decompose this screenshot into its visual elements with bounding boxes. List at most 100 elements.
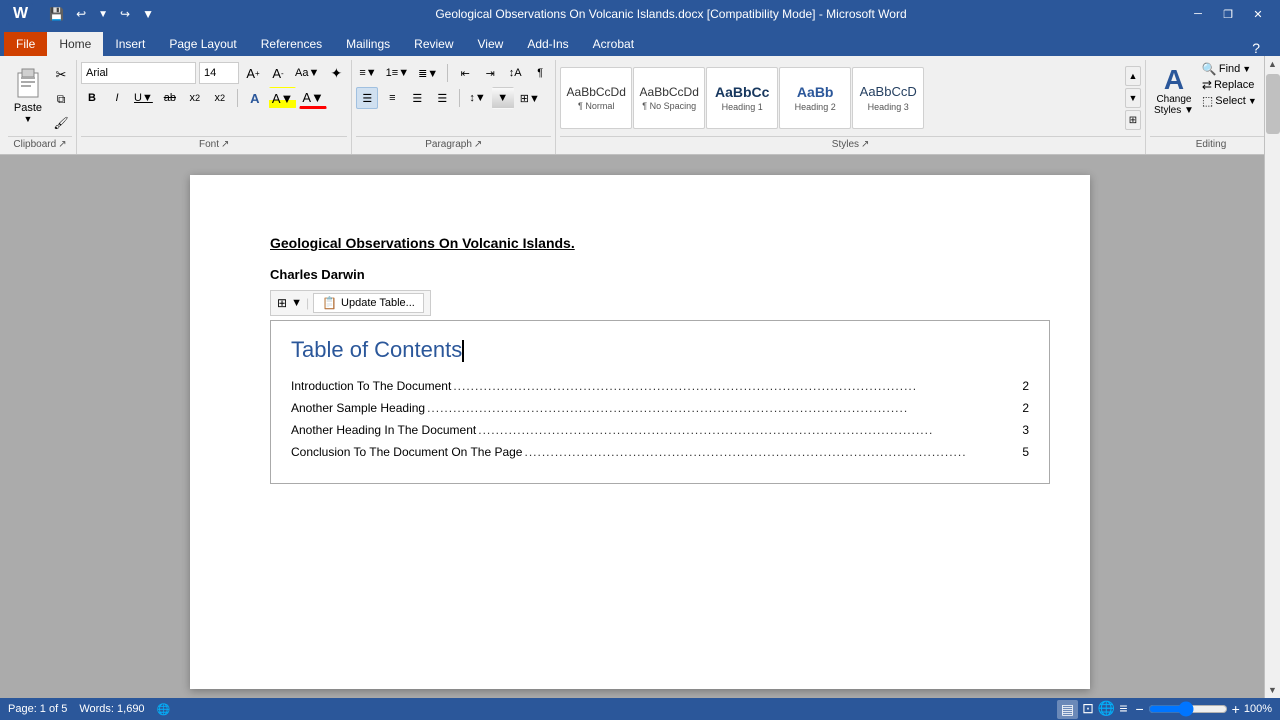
minimize-button[interactable]: ─: [1184, 0, 1212, 28]
clipboard-expand-icon[interactable]: ↗: [58, 139, 66, 150]
clear-format-button[interactable]: ✦: [325, 62, 347, 84]
tab-view[interactable]: View: [466, 32, 516, 56]
document-page[interactable]: Geological Observations On Volcanic Isla…: [190, 175, 1090, 689]
linespacing-button[interactable]: ↕▼: [466, 87, 488, 109]
strikethrough-button[interactable]: ab: [159, 87, 181, 109]
multilevel-button[interactable]: ≣▼: [415, 62, 441, 84]
para-expand-icon[interactable]: ↗: [474, 139, 482, 150]
style-heading2-preview: AaBb: [797, 84, 834, 101]
tab-review[interactable]: Review: [402, 32, 465, 56]
tab-pagelayout[interactable]: Page Layout: [157, 32, 248, 56]
decrease-indent-button[interactable]: ⇤: [454, 62, 476, 84]
toc-entry-1-text: Introduction To The Document: [291, 379, 451, 393]
find-button[interactable]: 🔍 Find ▼: [1202, 62, 1257, 76]
align-left-button[interactable]: ☰: [356, 87, 378, 109]
grow-font-button[interactable]: A+: [242, 62, 264, 84]
toc-entry-4-dots: ........................................…: [522, 445, 1018, 459]
tab-acrobat[interactable]: Acrobat: [581, 32, 646, 56]
zoom-in-button[interactable]: +: [1232, 701, 1240, 717]
select-arrow[interactable]: ▼: [1248, 96, 1257, 106]
underline-button[interactable]: U▼: [131, 87, 156, 109]
redo-quickbtn[interactable]: ↪: [116, 5, 134, 23]
style-normal[interactable]: AaBbCcDd ¶ Normal: [560, 67, 632, 129]
zoom-slider[interactable]: [1148, 704, 1228, 714]
toc-entry-1[interactable]: Introduction To The Document ...........…: [291, 379, 1029, 393]
undo-quickbtn[interactable]: ↩: [72, 5, 90, 23]
font-size-input[interactable]: [199, 62, 239, 84]
toc-entry-2[interactable]: Another Sample Heading .................…: [291, 401, 1029, 415]
style-nospacing[interactable]: AaBbCcDd ¶ No Spacing: [633, 67, 705, 129]
align-center-button[interactable]: ≡: [381, 87, 403, 109]
select-button[interactable]: ⬚ Select ▼: [1202, 94, 1257, 108]
change-styles-button[interactable]: A ChangeStyles ▼: [1150, 62, 1198, 120]
change-case-button[interactable]: Aa▼: [292, 62, 322, 84]
language-icon[interactable]: 🌐: [157, 703, 171, 716]
align-right-button[interactable]: ☰: [406, 87, 428, 109]
find-arrow[interactable]: ▼: [1242, 64, 1251, 74]
styles-scroll-up[interactable]: ▲: [1125, 66, 1141, 86]
tab-references[interactable]: References: [249, 32, 334, 56]
zoom-level[interactable]: 100%: [1244, 703, 1272, 715]
changestyles-content: A ChangeStyles ▼ 🔍 Find ▼ ⇄ Replace ⬚ Se…: [1150, 62, 1272, 134]
copy-button[interactable]: ⧉: [50, 88, 72, 110]
print-layout-btn[interactable]: ▤: [1057, 700, 1078, 719]
formatpainter-button[interactable]: 🖌: [50, 112, 72, 134]
full-screen-btn[interactable]: ⊡: [1082, 700, 1094, 719]
tab-mailings[interactable]: Mailings: [334, 32, 402, 56]
customize-quick[interactable]: ▼: [138, 5, 158, 23]
increase-indent-button[interactable]: ⇥: [479, 62, 501, 84]
replace-button[interactable]: ⇄ Replace: [1202, 78, 1257, 92]
tab-insert[interactable]: Insert: [103, 32, 157, 56]
font-expand-icon[interactable]: ↗: [221, 139, 229, 150]
restore-button[interactable]: ❐: [1214, 0, 1242, 28]
style-heading2[interactable]: AaBb Heading 2: [779, 67, 851, 129]
scroll-thumb[interactable]: [1266, 74, 1280, 134]
toc-entry-4[interactable]: Conclusion To The Document On The Page .…: [291, 445, 1029, 459]
toc-box[interactable]: Table of Contents Introduction To The Do…: [270, 320, 1050, 484]
styles-expand[interactable]: ⊞: [1125, 110, 1141, 130]
save-quickbtn[interactable]: 💾: [45, 5, 68, 23]
tab-file[interactable]: File: [4, 32, 47, 56]
word-icon: W: [8, 3, 33, 25]
bold-button[interactable]: B: [81, 87, 103, 109]
tab-home[interactable]: Home: [47, 32, 103, 56]
toc-entry-3[interactable]: Another Heading In The Document ........…: [291, 423, 1029, 437]
paste-arrow[interactable]: ▼: [24, 114, 33, 124]
scroll-down-button[interactable]: ▼: [1265, 682, 1280, 698]
superscript-button[interactable]: x2: [209, 87, 231, 109]
sort-button[interactable]: ↕A: [504, 62, 526, 84]
subscript-button[interactable]: x2: [184, 87, 206, 109]
cut-button[interactable]: ✂: [50, 64, 72, 86]
web-layout-btn[interactable]: 🌐: [1098, 700, 1115, 719]
text-effect-button[interactable]: A: [244, 87, 266, 109]
scroll-up-button[interactable]: ▲: [1265, 56, 1280, 72]
styles-scroll-down[interactable]: ▼: [1125, 88, 1141, 108]
tab-addins[interactable]: Add-Ins: [515, 32, 580, 56]
update-table-bar: ⊞ ▼ | 📋 Update Table...: [270, 290, 431, 316]
clipboard-content: Paste ▼ ✂ ⧉ 🖌: [8, 62, 72, 134]
shading-button[interactable]: ▼: [492, 87, 514, 109]
zoom-out-button[interactable]: −: [1135, 701, 1143, 717]
page-info: Page: 1 of 5: [8, 703, 67, 715]
help-button[interactable]: ?: [1252, 40, 1260, 56]
close-button[interactable]: ✕: [1244, 0, 1272, 28]
select-icon: ⬚: [1202, 94, 1213, 108]
numbering-button[interactable]: 1≡▼: [383, 62, 412, 84]
update-table-dropdown[interactable]: ▼: [291, 297, 302, 309]
style-heading1[interactable]: AaBbCc Heading 1: [706, 67, 778, 129]
undo-arrow[interactable]: ▼: [94, 7, 112, 22]
style-heading3[interactable]: AaBbCcD Heading 3: [852, 67, 924, 129]
bullets-button[interactable]: ≡▼: [356, 62, 379, 84]
paste-button[interactable]: Paste ▼: [8, 62, 48, 126]
justify-button[interactable]: ☰: [431, 87, 453, 109]
styles-expand-icon[interactable]: ↗: [861, 139, 869, 150]
font-name-input[interactable]: [81, 62, 196, 84]
show-formatting-button[interactable]: ¶: [529, 62, 551, 84]
shrink-font-button[interactable]: A-: [267, 62, 289, 84]
font-color-button[interactable]: A▼: [299, 87, 327, 109]
italic-button[interactable]: I: [106, 87, 128, 109]
borders-button[interactable]: ⊞▼: [517, 87, 543, 109]
outline-btn[interactable]: ≡: [1119, 700, 1127, 719]
update-table-button[interactable]: 📋 Update Table...: [313, 293, 424, 313]
highlight-button[interactable]: A▼: [269, 87, 297, 109]
